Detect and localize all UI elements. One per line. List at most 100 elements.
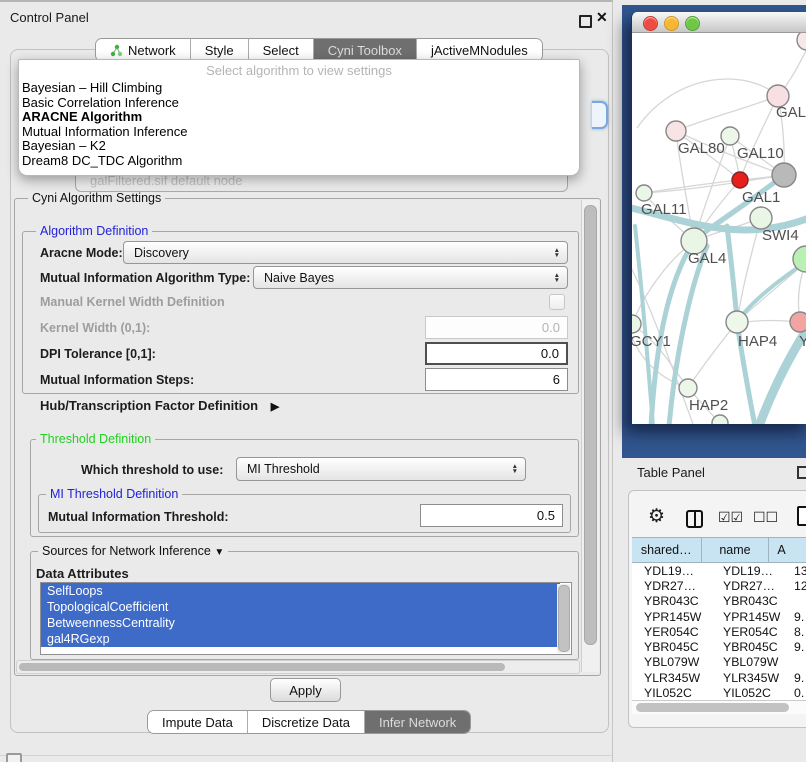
close-traffic-light-icon[interactable]	[643, 16, 658, 31]
tab-style[interactable]: Style	[190, 39, 248, 61]
expand-right-icon[interactable]: ▶	[271, 401, 279, 413]
dpi-tolerance-field[interactable]: 0.0	[425, 342, 568, 365]
sources-group-title[interactable]: Sources for Network Inference ▼	[38, 544, 228, 558]
table-cell: YIL052C	[632, 686, 711, 700]
apply-button[interactable]: Apply	[270, 678, 341, 702]
gear-icon[interactable]: ⚙	[648, 505, 665, 528]
network-node-y[interactable]	[790, 312, 806, 332]
attribute-item-2[interactable]: BetweennessCentrality	[41, 615, 560, 631]
float-window-icon[interactable]	[579, 15, 592, 28]
table-cell: YLR345W	[711, 671, 788, 685]
data-attributes-list[interactable]: SelfLoopsTopologicalCoefficientBetweenne…	[40, 582, 572, 655]
hub-section-text: Hub/Transcription Factor Definition	[40, 398, 258, 413]
network-node[interactable]	[721, 127, 739, 145]
network-node[interactable]	[797, 33, 806, 50]
mi-threshold-field[interactable]: 0.5	[420, 504, 563, 527]
settings-group-title: Cyni Algorithm Settings	[28, 191, 165, 205]
network-node[interactable]	[712, 415, 728, 424]
tab-label: jActiveMNodules	[431, 43, 528, 58]
which-threshold-value: MI Threshold	[247, 462, 320, 476]
panel-bottom-divider	[0, 755, 612, 756]
tab-cyni-toolbox[interactable]: Cyni Toolbox	[313, 39, 416, 61]
mi-type-combo[interactable]: Naive Bayes ▲▼	[253, 266, 568, 289]
zoom-traffic-light-icon[interactable]	[685, 16, 700, 31]
table-panel-float-icon[interactable]	[797, 466, 806, 479]
algorithm-option-3[interactable]: Mutual Information Inference	[19, 125, 579, 140]
table-row[interactable]: YBL079WYBL079W	[632, 655, 806, 670]
attribute-item-1[interactable]: TopologicalCoefficient	[41, 599, 560, 615]
network-node-hap4[interactable]	[726, 311, 748, 333]
algorithm-option-5[interactable]: Dream8 DC_TDC Algorithm	[19, 154, 579, 169]
settings-vertical-scrollbar-thumb[interactable]	[584, 205, 597, 645]
table-row[interactable]: YER054CYER054C8.	[632, 624, 806, 639]
hub-section-label[interactable]: Hub/Transcription Factor Definition ▶	[40, 398, 279, 413]
network-edge[interactable]	[644, 180, 740, 193]
kernel-width-field[interactable]: 0.0	[425, 316, 568, 339]
table-horizontal-scrollbar[interactable]	[632, 700, 806, 714]
dpi-tolerance-value: 0.0	[541, 346, 559, 361]
tab-discretize-data[interactable]: Discretize Data	[247, 711, 364, 733]
network-window-titlebar[interactable]	[632, 12, 806, 33]
network-edge[interactable]	[740, 96, 778, 180]
network-node-gal10[interactable]	[772, 163, 796, 187]
table-horizontal-scrollbar-thumb[interactable]	[636, 703, 789, 712]
focused-combo-fragment[interactable]	[592, 101, 608, 129]
table-row[interactable]: YBR043CYBR043C	[632, 594, 806, 609]
column-header-partial[interactable]: A	[769, 538, 806, 562]
attribute-item-0[interactable]: SelfLoops	[41, 583, 560, 599]
table-row[interactable]: YDL19…YDL19…13	[632, 563, 806, 578]
node-label: GAL11	[641, 201, 687, 218]
network-node-gal11[interactable]	[636, 185, 652, 201]
manual-kernel-checkbox[interactable]	[549, 294, 565, 310]
settings-horizontal-scrollbar-thumb[interactable]	[19, 663, 505, 671]
mi-steps-field[interactable]: 6	[425, 368, 568, 391]
network-node-swi4[interactable]	[750, 207, 772, 229]
mi-type-value: Naive Bayes	[264, 271, 334, 285]
table-row[interactable]: YIL052CYIL052C0.	[632, 685, 806, 700]
algorithm-option-0[interactable]: Bayesian – Hill Climbing	[19, 81, 579, 96]
table-row[interactable]: YLR345WYLR345W9.	[632, 670, 806, 685]
attributes-scrollbar[interactable]	[557, 584, 570, 653]
column-header-shared-name[interactable]: shared…	[632, 538, 702, 562]
table-cell: YBL079W	[711, 655, 788, 669]
data-attributes-label: Data Attributes	[36, 566, 129, 581]
settings-vertical-scrollbar[interactable]	[581, 200, 599, 672]
algorithm-option-1[interactable]: Basic Correlation Inference	[19, 96, 579, 111]
network-node-hap2[interactable]	[679, 379, 697, 397]
attributes-scrollbar-thumb[interactable]	[558, 585, 570, 652]
tab-label: Network	[128, 43, 176, 58]
settings-horizontal-scrollbar[interactable]	[16, 660, 580, 674]
tab-network[interactable]: Network	[96, 39, 190, 61]
close-icon[interactable]: ✕	[596, 9, 608, 26]
minimize-traffic-light-icon[interactable]	[664, 16, 679, 31]
tab-infer-network[interactable]: Infer Network	[364, 711, 470, 733]
table-cell: 8.	[788, 625, 806, 639]
network-node-gal1[interactable]	[732, 172, 748, 188]
attribute-item-3[interactable]: gal4RGexp	[41, 631, 560, 647]
tab-label: Style	[205, 43, 234, 58]
aracne-mode-value: Discovery	[134, 246, 189, 260]
column-header-name[interactable]: name	[702, 538, 770, 562]
table-row[interactable]: YPR145WYPR145W9.	[632, 609, 806, 624]
export-table-icon[interactable]	[797, 506, 806, 526]
deselect-all-checkboxes-icon[interactable]: ☐☐	[753, 509, 778, 526]
network-edge[interactable]	[676, 96, 778, 131]
table-panel-title: Table Panel	[637, 465, 705, 480]
network-edge[interactable]	[688, 322, 737, 388]
columns-icon[interactable]	[686, 510, 703, 528]
network-canvas[interactable]: GALGAL80GAL10GAL1GAL11SWI4GAL4GCY1HAP4YH…	[632, 33, 806, 424]
tab-jactivemnodules[interactable]: jActiveMNodules	[416, 39, 542, 61]
tab-impute-data[interactable]: Impute Data	[148, 711, 247, 733]
table-cell: YPR145W	[711, 610, 788, 624]
network-node-gal80[interactable]	[666, 121, 686, 141]
table-row[interactable]: YDR27…YDR27…12	[632, 578, 806, 593]
algorithm-option-4[interactable]: Bayesian – K2	[19, 139, 579, 154]
tab-select[interactable]: Select	[248, 39, 313, 61]
collapse-down-icon[interactable]: ▼	[214, 547, 224, 558]
table-row[interactable]: YBR045CYBR045C9.	[632, 639, 806, 654]
algorithm-option-2[interactable]: ARACNE Algorithm	[19, 110, 579, 125]
select-all-checkboxes-icon[interactable]: ☑☑	[718, 509, 743, 526]
aracne-mode-combo[interactable]: Discovery ▲▼	[123, 241, 568, 264]
which-threshold-combo[interactable]: MI Threshold ▲▼	[236, 457, 526, 481]
table-cell: YBR045C	[711, 640, 788, 654]
